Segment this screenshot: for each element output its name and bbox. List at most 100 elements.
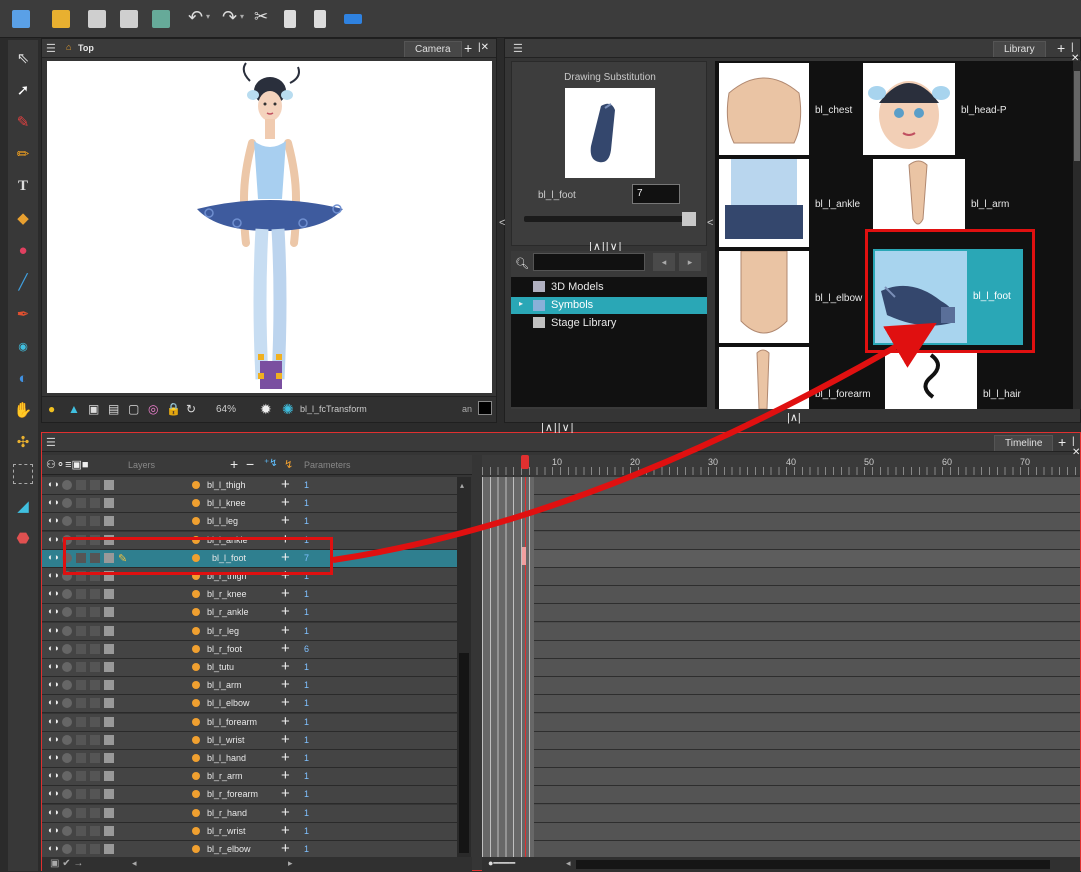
layer-name[interactable]: bl_l_wrist xyxy=(207,735,245,745)
enable-toggle-icon[interactable] xyxy=(76,716,86,727)
solo-toggle-icon[interactable] xyxy=(62,498,72,509)
timeline-row[interactable] xyxy=(534,604,1080,623)
visibility-toggle-icon[interactable]: ◐◑ xyxy=(48,807,59,817)
expand-arrow-icon[interactable]: ▸ xyxy=(519,299,523,308)
cut-icon[interactable]: ✂ xyxy=(254,7,268,27)
expand-params-icon[interactable]: + xyxy=(281,622,290,639)
undo-icon[interactable]: ↶ xyxy=(188,7,203,28)
collapse-library-icon[interactable]: |∧| xyxy=(787,411,801,424)
drawing-number-field[interactable]: 7 xyxy=(632,184,680,204)
layers-bottom-icons[interactable]: ▣ ✔ → xyxy=(50,858,83,869)
tab-library[interactable]: Library xyxy=(993,41,1046,57)
layer-name[interactable]: bl_r_arm xyxy=(207,771,243,781)
layer-row-bl-r-ankle[interactable]: ◐◑ bl_r_ankle +1 xyxy=(42,603,457,623)
lock-toggle-icon[interactable] xyxy=(90,680,100,691)
layer-parameter-value[interactable]: 1 xyxy=(304,735,309,745)
layer-color-swatch[interactable] xyxy=(104,771,114,782)
substitution-slider[interactable] xyxy=(524,216,694,222)
enable-toggle-icon[interactable] xyxy=(76,771,86,782)
visibility-toggle-icon[interactable]: ◐◑ xyxy=(48,534,59,544)
bone-tool-icon[interactable]: ◢ xyxy=(13,496,33,516)
expand-params-icon[interactable]: + xyxy=(281,603,290,620)
library-item-selected[interactable]: bl_l_foot xyxy=(873,249,1023,345)
enable-toggle-icon[interactable] xyxy=(76,516,86,527)
select-tool-icon[interactable]: ⇖ xyxy=(13,48,33,68)
enable-toggle-icon[interactable] xyxy=(76,589,86,600)
layer-parameter-value[interactable]: 1 xyxy=(304,771,309,781)
scroll-up-icon[interactable]: ▴ xyxy=(460,481,464,490)
timeline-row[interactable] xyxy=(534,695,1080,714)
visibility-toggle-icon[interactable]: ◐◑ xyxy=(48,515,59,525)
expand-params-icon[interactable]: + xyxy=(281,585,290,602)
grid-icon[interactable]: ▤ xyxy=(108,402,119,416)
visibility-toggle-icon[interactable]: ◐◑ xyxy=(48,625,59,635)
scroll-left-icon[interactable]: ◂ xyxy=(132,858,137,869)
enable-toggle-icon[interactable] xyxy=(76,480,86,490)
settings-gear-icon[interactable]: ✹ xyxy=(260,401,272,418)
enable-toggle-icon[interactable] xyxy=(76,698,86,709)
layer-parameter-value[interactable]: 1 xyxy=(304,498,309,508)
lock-icon[interactable]: 🔒 xyxy=(166,402,181,416)
layer-name[interactable]: bl_l_arm xyxy=(207,680,242,690)
expand-params-icon[interactable]: + xyxy=(281,767,290,784)
layer-parameter-value[interactable]: 1 xyxy=(304,662,309,672)
lock-toggle-icon[interactable] xyxy=(90,771,100,782)
library-item-thumb[interactable] xyxy=(885,353,977,409)
timeline-hscrollbar[interactable] xyxy=(576,860,1050,869)
preview-icon[interactable]: ▢ xyxy=(128,402,139,416)
pencil-tool-icon[interactable]: ✏ xyxy=(13,144,33,164)
layer-name[interactable]: bl_l_leg xyxy=(207,516,238,526)
visibility-toggle-icon[interactable]: ◐◑ xyxy=(48,716,59,726)
expand-params-icon[interactable]: + xyxy=(281,804,290,821)
enable-toggle-icon[interactable] xyxy=(76,607,86,618)
library-scrollbar[interactable] xyxy=(1073,61,1081,409)
layer-row-bl-r-leg[interactable]: ◐◑ bl_r_leg +1 xyxy=(42,622,457,641)
mask-icon[interactable]: ◎ xyxy=(148,402,158,416)
layer-parameter-value[interactable]: 1 xyxy=(304,516,309,526)
library-scrollbar-thumb[interactable] xyxy=(1074,71,1080,161)
hand-tool-icon[interactable]: ✋ xyxy=(13,400,33,420)
lock-toggle-icon[interactable] xyxy=(90,734,100,745)
panel-menu-icon[interactable]: ☰ xyxy=(46,436,56,449)
eraser-tool-icon[interactable]: ◆ xyxy=(13,208,33,228)
library-search-input[interactable] xyxy=(533,253,645,271)
enable-toggle-icon[interactable] xyxy=(76,753,86,763)
layer-row-bl-l-thigh[interactable]: ◐◑ bl_l_thigh +1 xyxy=(42,477,457,495)
expand-params-icon[interactable]: + xyxy=(281,840,290,857)
layer-row-bl-r-wrist[interactable]: ◐◑ bl_r_wrist +1 xyxy=(42,822,457,841)
visibility-toggle-icon[interactable]: ◐◑ xyxy=(48,588,59,598)
substitution-slider-handle[interactable] xyxy=(682,212,696,226)
keyframe-marker[interactable] xyxy=(522,547,526,565)
expand-params-icon[interactable]: + xyxy=(281,676,290,693)
layer-row-bl-l-wrist[interactable]: ◐◑ bl_l_wrist +1 xyxy=(42,731,457,750)
library-item-thumb[interactable] xyxy=(719,347,809,409)
timeline-row[interactable] xyxy=(534,568,1080,586)
lock-toggle-icon[interactable] xyxy=(90,753,100,763)
timeline-row[interactable] xyxy=(534,549,1080,568)
layer-row-bl-r-elbow[interactable]: ◐◑ bl_r_elbow +1 xyxy=(42,840,457,857)
layer-parameter-value[interactable]: 1 xyxy=(304,480,309,490)
lock-toggle-icon[interactable] xyxy=(90,516,100,527)
expand-params-icon[interactable]: + xyxy=(281,713,290,730)
timeline-row[interactable] xyxy=(534,586,1080,605)
expand-params-icon[interactable]: + xyxy=(281,512,290,529)
layer-name[interactable]: bl_r_leg xyxy=(207,626,239,636)
contour-editor-tool-icon[interactable]: ➚ xyxy=(13,80,33,100)
expand-params-icon[interactable]: + xyxy=(281,477,290,493)
library-item-thumb[interactable] xyxy=(719,251,809,343)
add-layer-icon[interactable]: + xyxy=(230,456,238,472)
layer-row-bl-l-leg[interactable]: ◐◑ bl_l_leg +1 xyxy=(42,512,457,532)
tab-timeline[interactable]: Timeline xyxy=(994,435,1054,451)
layer-parameter-value[interactable]: 6 xyxy=(304,644,309,654)
visibility-toggle-icon[interactable]: ◐◑ xyxy=(48,552,59,562)
timeline-row[interactable] xyxy=(534,622,1080,641)
safe-area-icon[interactable]: ▣ xyxy=(88,402,99,416)
add-peg-icon[interactable]: ⁺↯ xyxy=(264,458,278,469)
lock-toggle-icon[interactable] xyxy=(90,716,100,727)
timeline-row[interactable] xyxy=(534,713,1080,732)
timeline-row[interactable] xyxy=(534,640,1080,659)
lock-toggle-icon[interactable] xyxy=(90,480,100,490)
layer-color-swatch[interactable] xyxy=(104,589,114,600)
visibility-toggle-icon[interactable]: ◐◑ xyxy=(48,643,59,653)
layer-name[interactable]: bl_l_hand xyxy=(207,753,246,763)
